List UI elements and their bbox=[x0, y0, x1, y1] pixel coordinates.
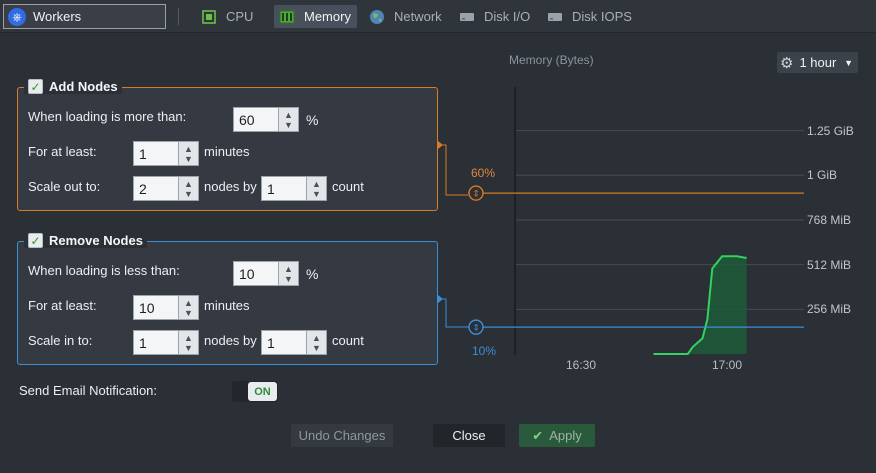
add-loading-stepper[interactable]: 60 ▲ ▼ bbox=[233, 107, 299, 132]
period-value: 1 hour bbox=[799, 55, 837, 70]
memory-icon bbox=[278, 8, 296, 26]
upper-threshold-label: 60% bbox=[471, 166, 496, 180]
tab-disk-iops[interactable]: Disk IOPS bbox=[542, 5, 638, 28]
add-nodes-by-label: nodes by bbox=[204, 179, 257, 194]
add-count-stepper[interactable]: 1 ▲ ▼ bbox=[261, 176, 327, 201]
remove-loading-stepper[interactable]: 10 ▲ ▼ bbox=[233, 261, 299, 286]
remove-loading-value[interactable]: 10 bbox=[234, 262, 278, 285]
apply-button[interactable]: ✔ Apply bbox=[519, 424, 595, 447]
period-dropdown[interactable]: ⚙ 1 hour ▼ bbox=[777, 52, 858, 73]
y-tick-label: 1.25 GiB bbox=[807, 124, 854, 138]
add-for-stepper[interactable]: 1 ▲ ▼ bbox=[133, 141, 199, 166]
gear-icon: ⚙ bbox=[780, 54, 794, 72]
node-group-name: Workers bbox=[33, 9, 82, 24]
remove-scale-stepper[interactable]: 1 ▲ ▼ bbox=[133, 330, 199, 355]
tab-disk-io-label: Disk I/O bbox=[484, 9, 531, 24]
chevron-down-icon: ▼ bbox=[844, 57, 853, 68]
remove-count-label: count bbox=[332, 333, 364, 348]
add-minutes-label: minutes bbox=[204, 144, 250, 159]
y-tick-label: 512 MiB bbox=[807, 258, 852, 272]
cpu-icon bbox=[200, 8, 218, 26]
add-scale-label: Scale out to: bbox=[28, 179, 101, 194]
add-loading-label: When loading is more than: bbox=[28, 109, 187, 124]
x-tick-label: 17:00 bbox=[712, 358, 743, 372]
top-toolbar: ⎈ Workers CPU Memory Network Disk I/O Di… bbox=[0, 0, 876, 33]
remove-minutes-label: minutes bbox=[204, 298, 250, 313]
remove-nodes-header: ✓ Remove Nodes bbox=[24, 233, 147, 248]
add-nodes-panel: ✓ Add Nodes When loading is more than: 6… bbox=[17, 79, 438, 211]
disk-icon bbox=[458, 8, 476, 26]
toggle-state: ON bbox=[248, 382, 277, 401]
add-count-label: count bbox=[332, 179, 364, 194]
y-tick-label: 1 GiB bbox=[807, 168, 838, 182]
stepper-arrows-icon[interactable]: ▲ ▼ bbox=[306, 331, 326, 354]
remove-nodes-checkbox[interactable]: ✓ bbox=[28, 233, 43, 248]
undo-changes-button[interactable]: Undo Changes bbox=[291, 424, 393, 447]
tab-network-label: Network bbox=[394, 9, 442, 24]
apply-label: Apply bbox=[549, 428, 582, 443]
remove-scale-label: Scale in to: bbox=[28, 333, 93, 348]
y-tick-label: 256 MiB bbox=[807, 302, 852, 316]
stepper-arrows-icon[interactable]: ▲ ▼ bbox=[278, 108, 298, 131]
tab-memory-label: Memory bbox=[304, 9, 351, 24]
upper-threshold-pointer-icon bbox=[438, 141, 443, 149]
chart-grid bbox=[516, 130, 804, 310]
y-tick-label: 768 MiB bbox=[807, 213, 852, 227]
tab-cpu-label: CPU bbox=[226, 9, 254, 24]
add-loading-value[interactable]: 60 bbox=[234, 108, 278, 131]
stepper-arrows-icon[interactable]: ▲ ▼ bbox=[178, 142, 198, 165]
disk-icon bbox=[546, 8, 564, 26]
remove-for-label: For at least: bbox=[28, 298, 97, 313]
remove-nodes-panel: ✓ Remove Nodes When loading is less than… bbox=[17, 233, 438, 365]
tab-cpu[interactable]: CPU bbox=[196, 5, 259, 28]
globe-icon bbox=[368, 8, 386, 26]
add-scale-stepper[interactable]: 2 ▲ ▼ bbox=[133, 176, 199, 201]
tab-network[interactable]: Network bbox=[364, 5, 448, 28]
node-group-select[interactable]: ⎈ Workers bbox=[3, 4, 166, 29]
add-for-value[interactable]: 1 bbox=[134, 142, 178, 165]
close-label: Close bbox=[452, 428, 486, 443]
remove-count-value[interactable]: 1 bbox=[262, 331, 306, 354]
remove-nodes-title: Remove Nodes bbox=[49, 233, 143, 248]
close-button[interactable]: Close bbox=[433, 424, 505, 447]
email-notification-label: Send Email Notification: bbox=[19, 383, 158, 398]
add-count-value[interactable]: 1 bbox=[262, 177, 306, 200]
remove-for-value[interactable]: 10 bbox=[134, 296, 178, 319]
stepper-arrows-icon[interactable]: ▲ ▼ bbox=[178, 331, 198, 354]
remove-percent-label: % bbox=[306, 266, 319, 282]
x-tick-label: 16:30 bbox=[566, 358, 597, 372]
add-for-label: For at least: bbox=[28, 144, 97, 159]
tab-disk-iops-label: Disk IOPS bbox=[572, 9, 632, 24]
drag-arrows-icon: ⇕ bbox=[472, 190, 480, 200]
tab-memory[interactable]: Memory bbox=[274, 5, 357, 28]
stepper-arrows-icon[interactable]: ▲ ▼ bbox=[178, 296, 198, 319]
add-nodes-checkbox[interactable]: ✓ bbox=[28, 79, 43, 94]
remove-nodes-by-label: nodes by bbox=[204, 333, 257, 348]
drag-arrows-icon: ⇕ bbox=[472, 324, 480, 334]
checkmark-icon: ✔ bbox=[532, 427, 544, 443]
add-scale-value[interactable]: 2 bbox=[134, 177, 178, 200]
lower-threshold-label: 10% bbox=[472, 344, 497, 358]
lower-threshold-pointer-icon bbox=[438, 295, 443, 303]
kubernetes-icon: ⎈ bbox=[8, 7, 26, 26]
toolbar-divider bbox=[178, 8, 179, 25]
memory-chart: ⇕⇕ bbox=[438, 87, 804, 355]
email-notification-toggle[interactable]: ON bbox=[232, 381, 278, 402]
add-nodes-header: ✓ Add Nodes bbox=[24, 79, 122, 94]
stepper-arrows-icon[interactable]: ▲ ▼ bbox=[306, 177, 326, 200]
add-nodes-title: Add Nodes bbox=[49, 79, 118, 94]
add-percent-label: % bbox=[306, 112, 319, 128]
remove-count-stepper[interactable]: 1 ▲ ▼ bbox=[261, 330, 327, 355]
undo-changes-label: Undo Changes bbox=[298, 428, 386, 443]
chart-title: Memory (Bytes) bbox=[509, 53, 594, 67]
stepper-arrows-icon[interactable]: ▲ ▼ bbox=[178, 177, 198, 200]
remove-loading-label: When loading is less than: bbox=[28, 263, 180, 278]
lower-threshold-connector bbox=[438, 298, 468, 328]
upper-threshold-connector bbox=[438, 144, 468, 196]
stepper-arrows-icon[interactable]: ▲ ▼ bbox=[278, 262, 298, 285]
tab-disk-io[interactable]: Disk I/O bbox=[454, 5, 536, 28]
remove-for-stepper[interactable]: 10 ▲ ▼ bbox=[133, 295, 199, 320]
remove-scale-value[interactable]: 1 bbox=[134, 331, 178, 354]
